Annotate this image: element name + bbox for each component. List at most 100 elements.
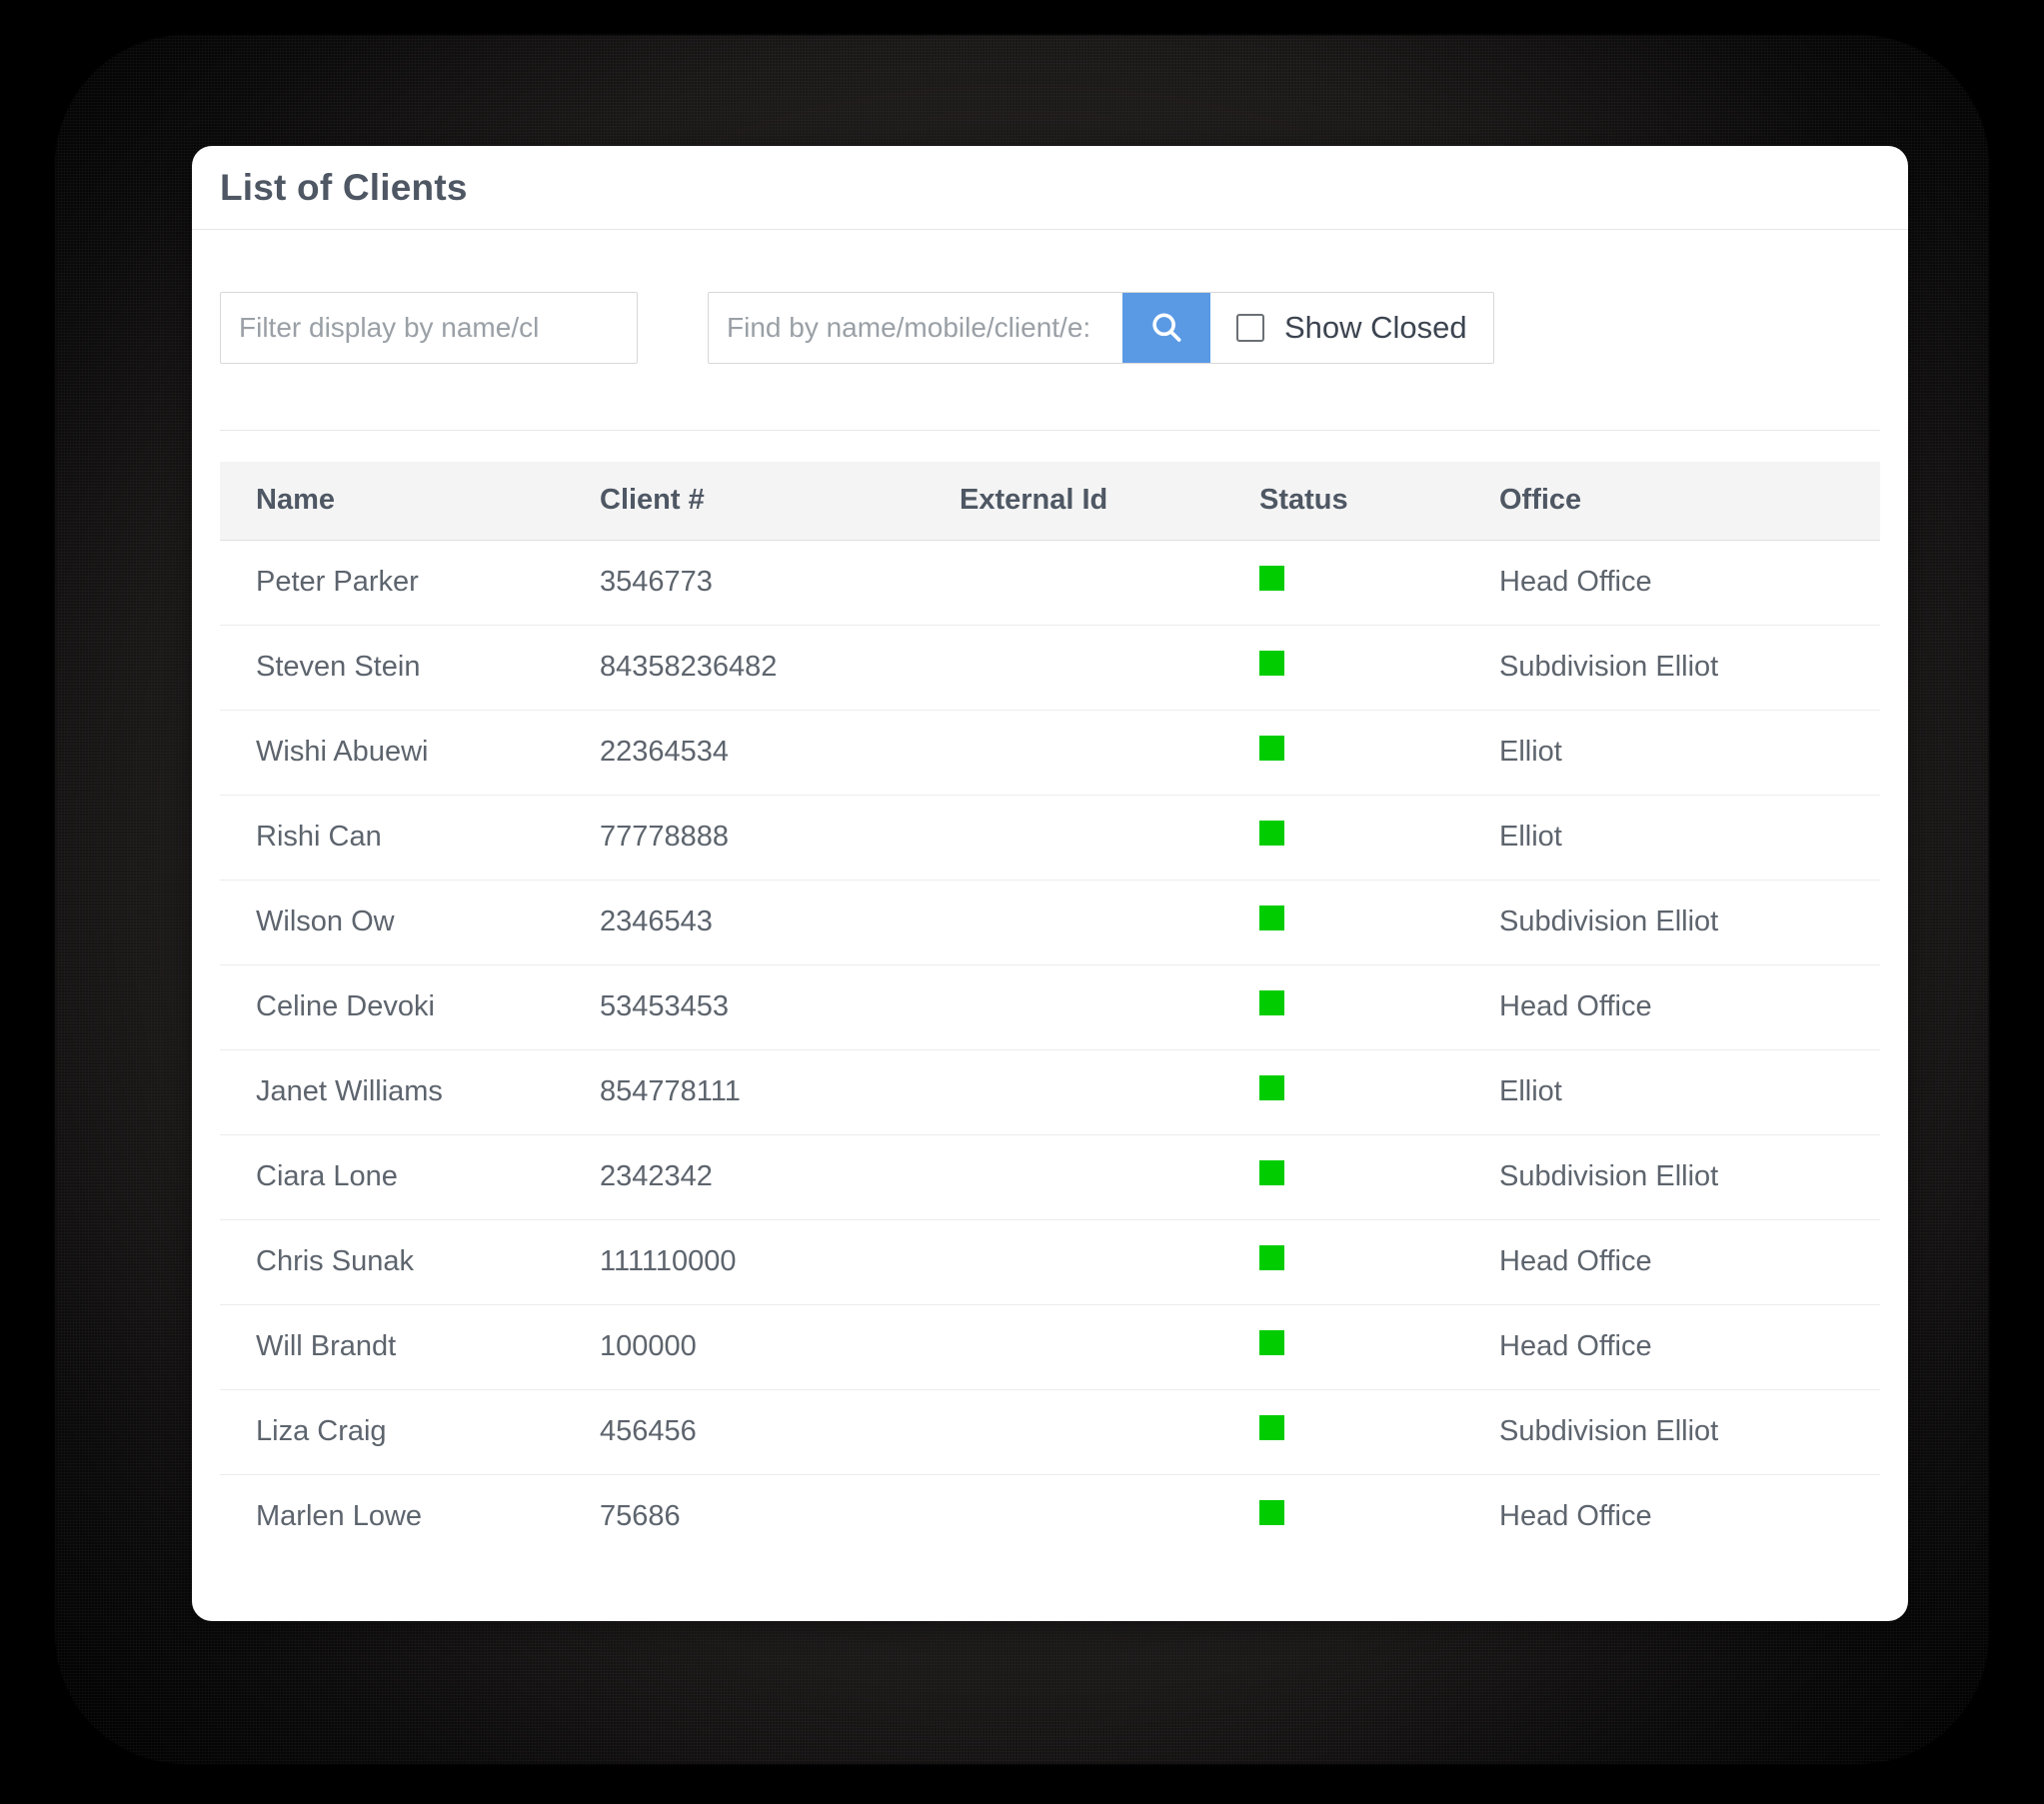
cell-external-id — [960, 1219, 1259, 1305]
cell-status — [1259, 1049, 1499, 1135]
cell-client-num: 111110000 — [600, 1219, 960, 1305]
table-row[interactable]: Chris Sunak 111110000 Head Office — [220, 1219, 1880, 1305]
status-active-icon — [1259, 1330, 1284, 1355]
filter-input[interactable] — [220, 292, 638, 364]
status-active-icon — [1259, 736, 1284, 761]
status-active-icon — [1259, 905, 1284, 930]
table-row[interactable]: Rishi Can 77778888 Elliot — [220, 795, 1880, 881]
table-head: Name Client # External Id Status Office — [220, 462, 1880, 541]
page-title: List of Clients — [220, 166, 468, 208]
status-active-icon — [1259, 1075, 1284, 1100]
table-row[interactable]: Will Brandt 100000 Head Office — [220, 1304, 1880, 1390]
cell-name: Wilson Ow — [220, 880, 600, 965]
cell-name: Will Brandt — [220, 1304, 600, 1390]
cell-name: Janet Williams — [220, 1049, 600, 1135]
show-closed-checkbox[interactable] — [1236, 314, 1264, 342]
cell-name: Celine Devoki — [220, 964, 600, 1050]
table-row[interactable]: Marlen Lowe 75686 Head Office — [220, 1474, 1880, 1559]
cell-external-id — [960, 540, 1259, 626]
status-active-icon — [1259, 1245, 1284, 1270]
cell-status — [1259, 795, 1499, 881]
cell-name: Wishi Abuewi — [220, 710, 600, 796]
cell-name: Chris Sunak — [220, 1219, 600, 1305]
cell-client-num: 22364534 — [600, 710, 960, 796]
cell-external-id — [960, 1304, 1259, 1390]
cell-external-id — [960, 625, 1259, 711]
table-row[interactable]: Wishi Abuewi 22364534 Elliot — [220, 710, 1880, 796]
cell-external-id — [960, 1474, 1259, 1559]
column-header-status[interactable]: Status — [1259, 462, 1499, 541]
cell-office: Head Office — [1499, 540, 1880, 626]
show-closed-label: Show Closed — [1284, 310, 1467, 345]
cell-external-id — [960, 964, 1259, 1050]
cell-status — [1259, 540, 1499, 626]
cell-client-num: 84358236482 — [600, 625, 960, 711]
cell-office: Head Office — [1499, 1219, 1880, 1305]
table-row[interactable]: Wilson Ow 2346543 Subdivision Elliot — [220, 880, 1880, 965]
cell-office: Subdivision Elliot — [1499, 880, 1880, 965]
clients-table: Name Client # External Id Status Office … — [220, 462, 1880, 1559]
cell-external-id — [960, 1049, 1259, 1135]
cell-client-num: 2342342 — [600, 1134, 960, 1220]
table-row[interactable]: Celine Devoki 53453453 Head Office — [220, 964, 1880, 1050]
cell-client-num: 3546773 — [600, 540, 960, 626]
cell-client-num: 77778888 — [600, 795, 960, 881]
cell-name: Peter Parker — [220, 540, 600, 626]
table-header-row: Name Client # External Id Status Office — [220, 462, 1880, 541]
cell-client-num: 100000 — [600, 1304, 960, 1390]
cell-external-id — [960, 1389, 1259, 1475]
cell-office: Elliot — [1499, 710, 1880, 796]
cell-status — [1259, 625, 1499, 711]
column-header-office[interactable]: Office — [1499, 462, 1880, 541]
cell-status — [1259, 1219, 1499, 1305]
cell-external-id — [960, 1134, 1259, 1220]
status-active-icon — [1259, 1415, 1284, 1440]
cell-client-num: 456456 — [600, 1389, 960, 1475]
cell-office: Head Office — [1499, 1304, 1880, 1390]
status-active-icon — [1259, 990, 1284, 1015]
cell-office: Subdivision Elliot — [1499, 1134, 1880, 1220]
table-row[interactable]: Liza Craig 456456 Subdivision Elliot — [220, 1389, 1880, 1475]
cell-client-num: 2346543 — [600, 880, 960, 965]
cell-status — [1259, 880, 1499, 965]
cell-status — [1259, 964, 1499, 1050]
cell-office: Head Office — [1499, 1500, 1652, 1533]
cell-name: Steven Stein — [220, 625, 600, 711]
status-active-icon — [1259, 566, 1284, 591]
show-closed-group[interactable]: Show Closed — [1210, 293, 1493, 363]
cell-name: Rishi Can — [220, 795, 600, 881]
search-input[interactable] — [709, 293, 1122, 363]
status-active-icon — [1259, 1160, 1284, 1185]
card-body: Show Closed Name Client # External Id St… — [192, 230, 1908, 1559]
table-row[interactable]: Steven Stein 84358236482 Subdivision Ellio… — [220, 625, 1880, 711]
cell-office: Subdivision Elliot — [1499, 625, 1880, 711]
status-active-icon — [1259, 821, 1284, 846]
cell-status — [1259, 1134, 1499, 1220]
cell-client-num: 53453453 — [600, 964, 960, 1050]
cell-status — [1259, 1304, 1499, 1390]
table-row[interactable]: Ciara Lone 2342342 Subdivision Elliot — [220, 1134, 1880, 1220]
cell-status — [1259, 710, 1499, 796]
clients-card: List of Clients Show Closed — [192, 146, 1908, 1621]
column-header-external-id[interactable]: External Id — [960, 462, 1259, 541]
table-row[interactable]: Peter Parker 3546773 Head Office — [220, 540, 1880, 626]
cell-office: Head Office — [1499, 964, 1880, 1050]
controls-divider — [220, 430, 1880, 431]
search-icon — [1147, 309, 1185, 347]
cell-office: Subdivision Elliot — [1499, 1389, 1880, 1475]
cell-status — [1259, 1389, 1499, 1475]
column-header-client-num[interactable]: Client # — [600, 462, 960, 541]
cell-status — [1259, 1474, 1499, 1559]
cell-external-id — [960, 880, 1259, 965]
cell-external-id — [960, 710, 1259, 796]
cell-client-num: 854778111 — [600, 1049, 960, 1135]
cell-name: Liza Craig — [220, 1389, 600, 1475]
cell-name: Ciara Lone — [220, 1134, 600, 1220]
table-body: Peter Parker 3546773 Head Office Steven Ste… — [220, 540, 1880, 1559]
controls-row: Show Closed — [220, 292, 1880, 370]
table-row[interactable]: Janet Williams 854778111 Elliot — [220, 1049, 1880, 1135]
column-header-name[interactable]: Name — [220, 462, 600, 541]
cell-client-num: 75686 — [600, 1500, 681, 1533]
status-active-icon — [1259, 1500, 1284, 1526]
search-button[interactable] — [1122, 293, 1210, 363]
